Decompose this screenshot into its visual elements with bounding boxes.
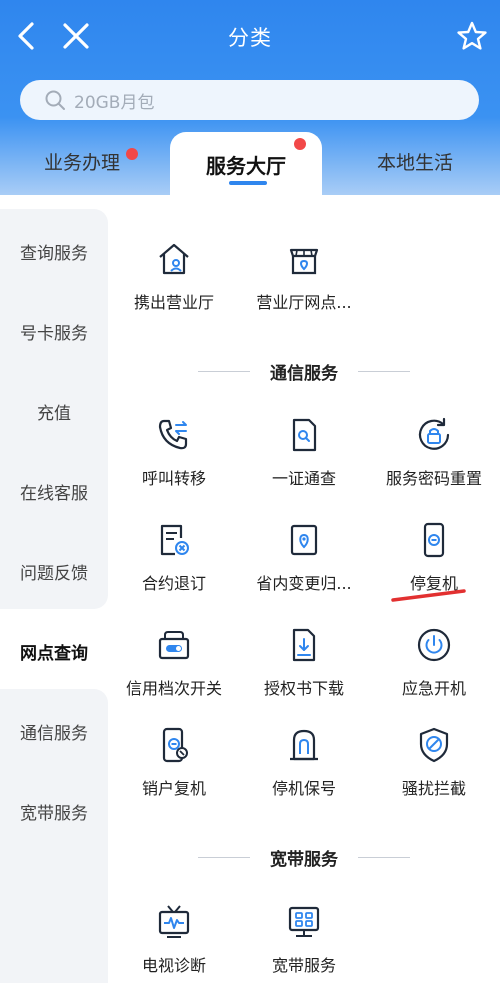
section-title: 宽带服务 xyxy=(270,849,338,870)
grid-item-label: 应急开机 xyxy=(401,679,466,698)
number-keep-icon xyxy=(284,725,324,765)
grid-item-label: 骚扰拦截 xyxy=(401,779,466,798)
shield-block-icon xyxy=(414,725,454,765)
grid-item-id-check[interactable]: 一证通查 xyxy=(240,415,368,489)
house-transfer-icon xyxy=(154,239,194,279)
star-icon xyxy=(457,21,487,50)
grid-item-outlet-locations[interactable]: 营业厅网点... xyxy=(240,239,368,313)
favorite-button[interactable] xyxy=(452,16,492,56)
content-area: 查询服务 号卡服务 充值 在线客服 问题反馈 网点查询 通信服务 宽带服务 携出… xyxy=(0,195,500,983)
grid-item-contract-cancel[interactable]: 合约退订 xyxy=(110,520,238,594)
grid-item-password-reset[interactable]: 服务密码重置 xyxy=(370,415,498,489)
sidebar-item-broadband[interactable]: 宽带服务 xyxy=(0,799,108,824)
grid-item-suspend-resume[interactable]: 停复机 xyxy=(370,520,498,594)
document-download-icon xyxy=(284,625,324,665)
tab-service-hall[interactable]: 服务大厅 xyxy=(170,150,322,179)
grid-item-call-forward[interactable]: 呼叫转移 xyxy=(110,415,238,489)
grid-item-tv-diagnose[interactable]: 电视诊断 xyxy=(110,902,238,976)
id-search-icon xyxy=(284,415,324,455)
sidebar-item-feedback[interactable]: 问题反馈 xyxy=(0,559,108,584)
grid-item-label: 停机保号 xyxy=(271,779,336,798)
grid-item-emergency-power-on[interactable]: 应急开机 xyxy=(370,625,498,699)
search-placeholder: 20GB月包 xyxy=(74,92,155,113)
grid-item-label: 合约退订 xyxy=(141,574,206,593)
grid-item-label: 授权书下载 xyxy=(263,679,344,698)
router-icon xyxy=(284,902,324,942)
grid-item-label: 呼叫转移 xyxy=(141,469,206,488)
tab-service-hall-badge xyxy=(294,138,306,150)
divider xyxy=(358,856,410,858)
sidebar-item-outlets[interactable]: 网点查询 xyxy=(0,639,108,664)
call-forward-icon xyxy=(154,415,194,455)
sidebar-item-sim[interactable]: 号卡服务 xyxy=(0,319,108,344)
contract-cancel-icon xyxy=(154,520,194,560)
grid-item-keep-number[interactable]: 停机保号 xyxy=(240,725,368,799)
sidebar-item-recharge[interactable]: 充值 xyxy=(0,399,108,424)
credit-toggle-icon xyxy=(154,625,194,665)
annotation-underline xyxy=(391,589,466,602)
divider xyxy=(358,370,410,372)
grid-item-label: 一证通查 xyxy=(271,469,336,488)
grid-item-label: 携出营业厅 xyxy=(133,293,214,312)
grid-item-authorization-download[interactable]: 授权书下载 xyxy=(240,625,368,699)
tv-diagnose-icon xyxy=(154,902,194,942)
divider xyxy=(198,856,250,858)
search-icon xyxy=(42,87,68,113)
grid-item-credit-toggle[interactable]: 信用档次开关 xyxy=(110,625,238,699)
grid-item-label: 省内变更归... xyxy=(256,574,352,593)
grid-item-account-restore[interactable]: 销户复机 xyxy=(110,725,238,799)
grid-item-harassment-block[interactable]: 骚扰拦截 xyxy=(370,725,498,799)
sidebar-item-query[interactable]: 查询服务 xyxy=(0,239,108,264)
grid-item-province-change[interactable]: 省内变更归... xyxy=(240,520,368,594)
grid-item-label: 服务密码重置 xyxy=(385,469,482,488)
grid-item-label: 营业厅网点... xyxy=(256,293,352,312)
active-tab-indicator xyxy=(229,181,267,185)
page-title: 分类 xyxy=(228,26,272,50)
storefront-location-icon xyxy=(284,239,324,279)
section-header-telecom: 通信服务 xyxy=(108,359,500,384)
search-input[interactable]: 20GB月包 xyxy=(20,80,479,120)
grid-item-label: 宽带服务 xyxy=(271,956,336,975)
grid-item-label: 信用档次开关 xyxy=(125,679,222,698)
section-header-broadband: 宽带服务 xyxy=(108,845,500,870)
phone-suspend-icon xyxy=(414,520,454,560)
sidebar-item-telecom[interactable]: 通信服务 xyxy=(0,719,108,744)
tab-local-life[interactable]: 本地生活 xyxy=(377,148,453,175)
tab-business-badge xyxy=(126,148,138,160)
divider xyxy=(198,370,250,372)
location-change-icon xyxy=(284,520,324,560)
sidebar-item-online-service[interactable]: 在线客服 xyxy=(0,479,108,504)
account-restore-icon xyxy=(154,725,194,765)
section-title: 通信服务 xyxy=(270,363,338,384)
grid-item-broadband-service[interactable]: 宽带服务 xyxy=(240,902,368,976)
power-icon xyxy=(414,625,454,665)
grid-item-label: 销户复机 xyxy=(141,779,206,798)
grid-item-transfer-hall[interactable]: 携出营业厅 xyxy=(110,239,238,313)
grid-item-label: 电视诊断 xyxy=(141,956,206,975)
tab-business[interactable]: 业务办理 xyxy=(44,148,120,175)
password-reset-icon xyxy=(414,415,454,455)
